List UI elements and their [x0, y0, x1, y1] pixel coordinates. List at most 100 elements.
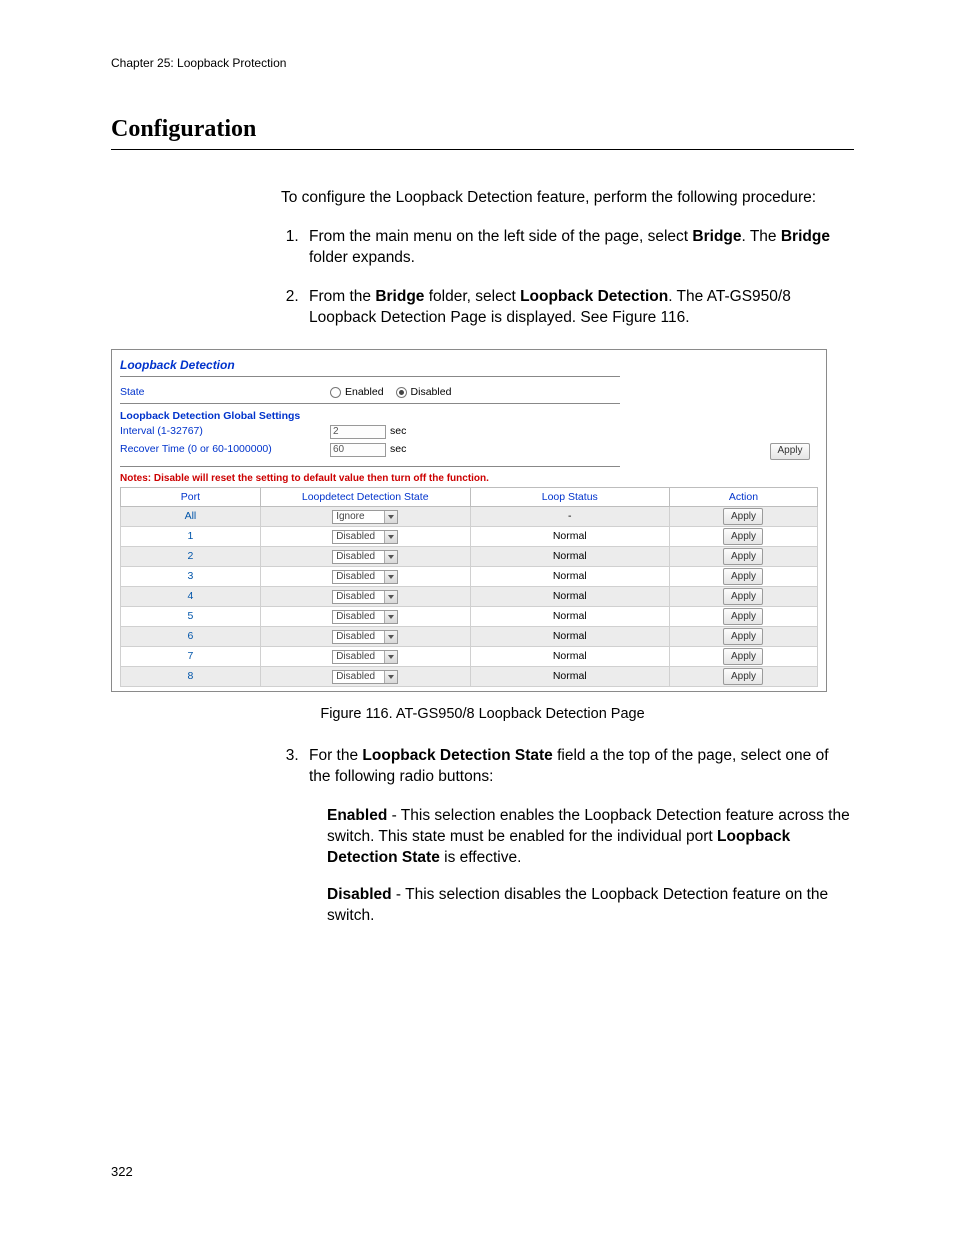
step-1: From the main menu on the left side of t… — [303, 227, 854, 269]
apply-button[interactable]: Apply — [723, 508, 763, 525]
intro-paragraph: To configure the Loopback Detection feat… — [281, 188, 854, 209]
table-row: 1DisabledNormalApply — [121, 527, 818, 547]
chevron-down-icon — [384, 571, 397, 583]
col-action: Action — [669, 487, 817, 507]
bold: Loopback Detection State — [362, 747, 552, 764]
text: - This selection disables the Loopback D… — [327, 886, 828, 924]
state-cell: Disabled — [260, 647, 470, 667]
state-cell: Disabled — [260, 567, 470, 587]
state-select[interactable]: Disabled — [332, 530, 398, 544]
port-cell: 5 — [121, 607, 261, 627]
state-select[interactable]: Disabled — [332, 650, 398, 664]
table-row: 7DisabledNormalApply — [121, 647, 818, 667]
step-3: For the Loopback Detection State field a… — [303, 746, 854, 788]
state-label: State — [120, 386, 330, 399]
port-cell: 3 — [121, 567, 261, 587]
figure-caption: Figure 116. AT-GS950/8 Loopback Detectio… — [111, 706, 854, 722]
chevron-down-icon — [384, 631, 397, 643]
bold: Bridge — [375, 288, 424, 305]
recover-label: Recover Time (0 or 60-1000000) — [120, 443, 330, 456]
loop-status-cell: Normal — [470, 607, 669, 627]
action-cell: Apply — [669, 547, 817, 567]
apply-button[interactable]: Apply — [723, 548, 763, 565]
state-select[interactable]: Ignore — [332, 510, 398, 524]
apply-button[interactable]: Apply — [723, 608, 763, 625]
text: folder, select — [424, 288, 520, 305]
text: From the main menu on the left side of t… — [309, 228, 692, 245]
state-select[interactable]: Disabled — [332, 550, 398, 564]
state-cell: Disabled — [260, 627, 470, 647]
bold: Disabled — [327, 886, 392, 903]
chevron-down-icon — [384, 591, 397, 603]
apply-button[interactable]: Apply — [723, 648, 763, 665]
state-select[interactable]: Disabled — [332, 610, 398, 624]
loop-status-cell: Normal — [470, 587, 669, 607]
loop-status-cell: - — [470, 507, 669, 527]
chapter-header: Chapter 25: Loopback Protection — [111, 56, 854, 70]
loop-status-cell: Normal — [470, 527, 669, 547]
chevron-down-icon — [384, 611, 397, 623]
port-cell: 4 — [121, 587, 261, 607]
chevron-down-icon — [384, 531, 397, 543]
action-cell: Apply — [669, 607, 817, 627]
table-row: 3 Disabled Normal Apply — [121, 567, 818, 587]
text: . The — [742, 228, 781, 245]
divider — [120, 466, 620, 467]
col-loop: Loop Status — [470, 487, 669, 507]
disabled-description: Disabled - This selection disables the L… — [327, 885, 854, 927]
state-select[interactable]: Disabled — [332, 570, 398, 584]
interval-input[interactable]: 2 — [330, 425, 386, 439]
col-port: Port — [121, 487, 261, 507]
state-cell: Disabled — [260, 527, 470, 547]
loop-status-cell: Normal — [470, 567, 669, 587]
action-cell: Apply — [669, 507, 817, 527]
table-row: 4 Disabled Normal Apply — [121, 587, 818, 607]
apply-button[interactable]: Apply — [723, 628, 763, 645]
port-cell: 7 — [121, 647, 261, 667]
step-2: From the Bridge folder, select Loopback … — [303, 287, 854, 329]
action-cell: Apply — [669, 667, 817, 687]
global-settings-heading: Loopback Detection Global Settings — [120, 410, 818, 423]
radio-enabled-label: Enabled — [345, 386, 384, 399]
state-select[interactable]: Disabled — [332, 670, 398, 684]
enabled-description: Enabled - This selection enables the Loo… — [327, 806, 854, 869]
text: For the — [309, 747, 362, 764]
apply-button[interactable]: Apply — [723, 568, 763, 585]
recover-unit: sec — [390, 443, 406, 456]
apply-button[interactable]: Apply — [723, 528, 763, 545]
action-cell: Apply — [669, 587, 817, 607]
notes-line: Notes: Disable will reset the setting to… — [120, 473, 818, 485]
panel-title: Loopback Detection — [120, 358, 818, 372]
text: From the — [309, 288, 375, 305]
state-select[interactable]: Disabled — [332, 590, 398, 604]
apply-button[interactable]: Apply — [723, 588, 763, 605]
bold: Bridge — [692, 228, 741, 245]
page-number: 322 — [111, 1164, 133, 1179]
state-cell: Disabled — [260, 607, 470, 627]
port-cell: 8 — [121, 667, 261, 687]
port-cell: 2 — [121, 547, 261, 567]
interval-unit: sec — [390, 425, 406, 438]
state-cell: Disabled — [260, 587, 470, 607]
interval-label: Interval (1-32767) — [120, 425, 330, 438]
state-select[interactable]: Disabled — [332, 630, 398, 644]
port-cell: 6 — [121, 627, 261, 647]
loop-status-cell: Normal — [470, 627, 669, 647]
chevron-down-icon — [384, 671, 397, 683]
action-cell: Apply — [669, 647, 817, 667]
table-row: 5 Disabled Normal Apply — [121, 607, 818, 627]
loop-status-cell: Normal — [470, 667, 669, 687]
apply-button[interactable]: Apply — [770, 443, 810, 460]
table-row: 6 Disabled Normal Apply — [121, 627, 818, 647]
recover-input[interactable]: 60 — [330, 443, 386, 457]
divider — [120, 403, 620, 404]
table-row: 2DisabledNormalApply — [121, 547, 818, 567]
port-table: Port Loopdetect Detection State Loop Sta… — [120, 487, 818, 688]
radio-disabled[interactable] — [396, 387, 407, 398]
loopback-detection-figure: Loopback Detection State Enabled Disable… — [111, 349, 827, 693]
chevron-down-icon — [384, 511, 397, 523]
port-cell: All — [121, 507, 261, 527]
apply-button[interactable]: Apply — [723, 668, 763, 685]
state-cell: Disabled — [260, 667, 470, 687]
radio-enabled[interactable] — [330, 387, 341, 398]
